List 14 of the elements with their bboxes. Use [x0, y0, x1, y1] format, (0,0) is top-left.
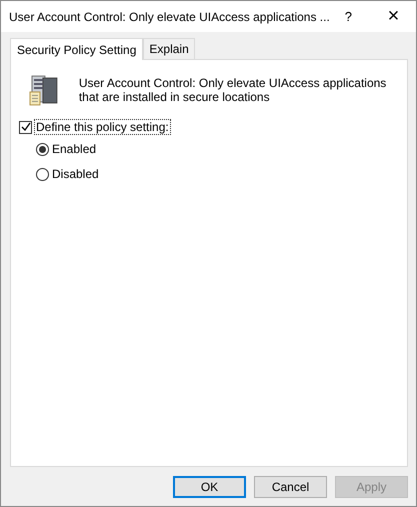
dialog-button[interactable]: Cancel — [254, 476, 327, 498]
radio-label: Disabled — [52, 167, 99, 181]
checkbox-label: Define this policy setting: — [35, 120, 170, 134]
window-title: User Account Control: Only elevate UIAccess applications ... — [9, 10, 330, 24]
dialog-button[interactable]: OK — [173, 476, 246, 498]
tab[interactable]: Explain — [143, 38, 195, 59]
help-button[interactable]: ? — [330, 9, 367, 24]
radio-button[interactable] — [36, 168, 49, 180]
tab[interactable]: Security Policy Setting — [10, 38, 144, 60]
close-button[interactable]: × — [374, 5, 412, 28]
radio-label: Enabled — [52, 142, 96, 156]
policy-description: User Account Control: Only elevate UIAccess applications that are installed in secure locations — [78, 75, 388, 106]
radio-button[interactable] — [36, 142, 49, 156]
checkbox[interactable] — [19, 120, 32, 134]
